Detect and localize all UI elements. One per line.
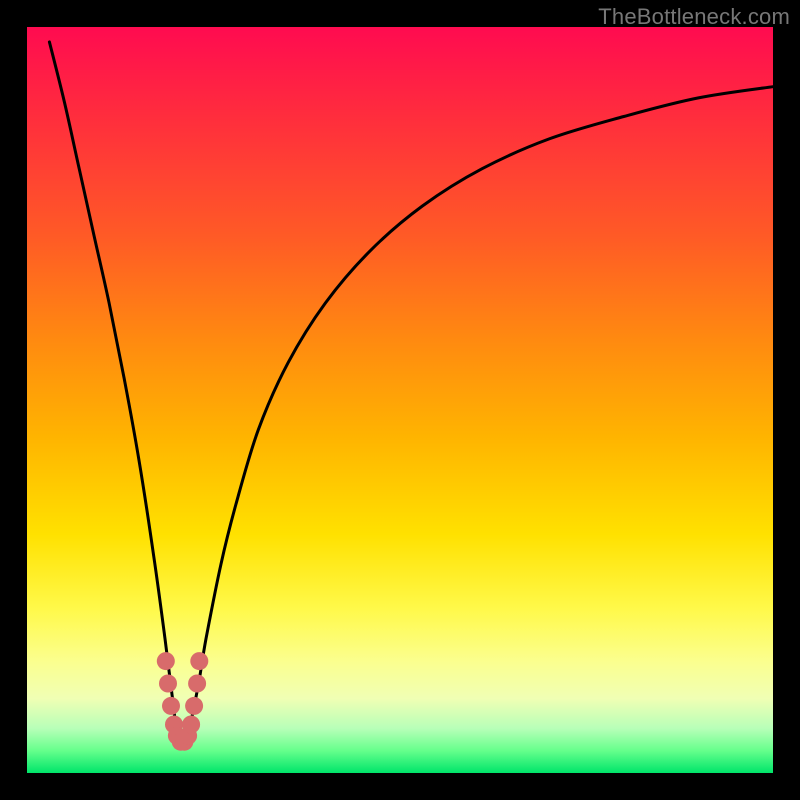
- bottleneck-chart-svg: [27, 27, 773, 773]
- highlight-dot: [190, 652, 208, 670]
- highlight-dots: [157, 652, 209, 751]
- highlight-dot: [185, 697, 203, 715]
- watermark-text: TheBottleneck.com: [598, 4, 790, 30]
- highlight-dot: [157, 652, 175, 670]
- highlight-dot: [162, 697, 180, 715]
- highlight-dot: [188, 675, 206, 693]
- highlight-dot: [182, 716, 200, 734]
- bottleneck-curve: [49, 42, 773, 745]
- chart-plot-area: [27, 27, 773, 773]
- highlight-dot: [159, 675, 177, 693]
